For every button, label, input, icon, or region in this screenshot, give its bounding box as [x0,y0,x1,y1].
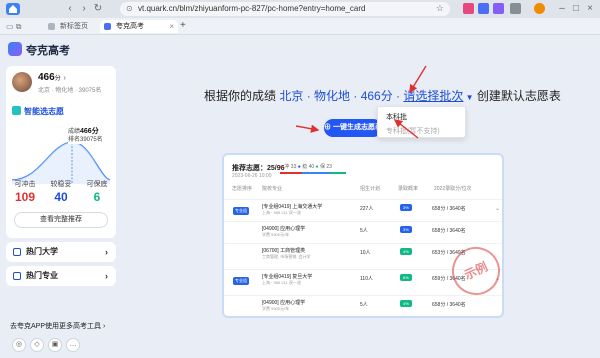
preview-legend: ● 冲 33 ● 稳 40 ● 保 23 [280,164,332,170]
plus-circle-icon: ⊕ [324,124,332,131]
extension-icon[interactable] [478,3,489,14]
lock-icon: ⊙ [126,4,133,13]
table-row: 专业组 [专业组0419] 上海交通大学 上海 · 985 211 双一流 22… [224,199,502,221]
generate-form-button[interactable]: ⊕ 一键生成志愿表 [324,119,382,137]
preview-title: 推荐志愿：25/96 [232,165,285,172]
forward-icon[interactable]: › [78,3,90,15]
home-icon[interactable] [6,3,20,15]
caret-down-icon[interactable]: ▼ [463,93,474,102]
extension-icon[interactable] [510,3,521,14]
close-tab-icon[interactable]: × [169,20,174,33]
smart-select-icon [12,106,21,115]
table-row: [04900] 应用心理学 学费 5300元/年 5人 3% 658分 / 36… [224,221,502,243]
address-url: vt.quark.cn/blm/zhiyuanform-pc-827/pc-ho… [138,4,366,13]
tab-label: 新标签页 [60,23,88,30]
smart-select-title: 智能选志愿 [12,106,64,117]
table-row: [04900] 应用心理学 学费 5300元/年 5人 4% 658分 / 36… [224,295,502,316]
tool-icon[interactable]: ◇ [30,338,44,352]
app-logo-icon [8,42,22,56]
minimize-icon[interactable]: – [556,3,568,15]
close-window-icon[interactable]: × [584,3,596,15]
tab-favicon [48,23,55,30]
batch-select[interactable]: 请选择批次 [403,89,463,103]
sidebar-item-hot-universities[interactable]: 热门大学 › [6,242,116,262]
profile-card: 466分 › 北京 · 物化地 · 39075名 智能选志愿 成绩466分 排名… [6,66,116,238]
stats-row: 可冲击 109 较稳妥 40 可保底 6 [6,179,116,209]
chevron-right-icon: › [105,271,108,281]
reload-icon[interactable]: ↻ [92,3,104,15]
tool-icon[interactable]: ▣ [48,338,62,352]
tool-icon[interactable]: ◎ [12,338,26,352]
tab-new-tab[interactable]: 新标签页 [44,20,98,33]
browser-toolbar: ‹ › ↻ ⊙ vt.quark.cn/blm/zhiyuanform-pc-8… [0,0,600,18]
user-score: 466分 › [38,72,66,83]
tab-quark-gaokao[interactable]: 夸克高考 × [100,20,178,33]
stat-backup[interactable]: 可保底 6 [80,179,114,204]
new-tab-icon[interactable]: + [180,20,186,31]
avatar[interactable] [12,72,32,92]
bookmark-star-icon[interactable]: ☆ [436,3,444,14]
batch-dropdown: 本科批 专科批(暂不支持) [377,106,466,138]
tab-favicon [104,23,111,30]
view-full-recommendation-button[interactable]: 查看完整推荐 [14,212,108,228]
tab-label: 夸克高考 [116,23,144,30]
preview-date: 2023-06-26 10:00 [232,173,272,179]
preview-ratio-bar [280,172,346,174]
app-name: 夸克高考 [26,45,70,57]
form-preview: 推荐志愿：25/96 ● 冲 33 ● 稳 40 ● 保 23 2023-06-… [222,153,504,318]
tab-strip: ▭ ⧉ 新标签页 夸克高考 × + [0,18,600,35]
chevron-right-icon: › [105,247,108,257]
app-promo-link[interactable]: 去夸克APP使用更多高考工具 › [10,321,105,331]
sidebar-item-hot-majors[interactable]: 热门专业 › [6,266,116,286]
back-icon[interactable]: ‹ [64,3,76,15]
stat-safe[interactable]: 较稳妥 40 [44,179,78,204]
batch-option-college: 专科批(暂不支持) [386,128,440,135]
user-score-info: 北京 · 物化地 · 39075名 [38,88,102,94]
chevron-down-icon: ⌄ [494,206,500,212]
more-icon[interactable]: … [66,338,80,352]
score-tooltip: 成绩466分 排名39075名 [68,128,103,144]
maximize-icon[interactable]: □ [570,3,582,15]
batch-option-undergrad[interactable]: 本科批 [386,112,407,122]
sidebar-toggle-icon[interactable]: ▭ ⧉ [6,22,22,32]
university-icon [13,248,21,256]
extension-icon[interactable] [463,3,474,14]
extension-icon[interactable] [493,3,504,14]
profile-icon[interactable] [534,3,545,14]
stat-reach[interactable]: 可冲击 109 [8,179,42,204]
main-headline: 根据你的成绩 北京 · 物化地 · 466分 · 请选择批次 ▼ 创建默认志愿表 [204,89,561,103]
major-icon [13,272,21,280]
address-bar[interactable]: ⊙ vt.quark.cn/blm/zhiyuanform-pc-827/pc-… [120,2,450,16]
